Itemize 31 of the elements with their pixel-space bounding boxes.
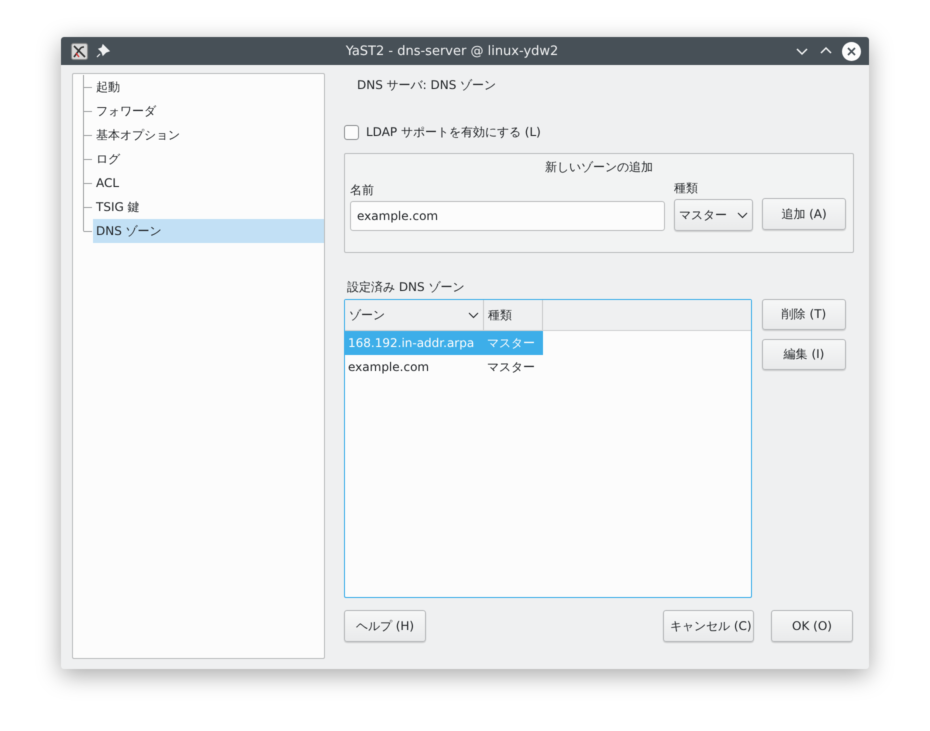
tree-item[interactable]: フォワーダ xyxy=(93,99,324,123)
tree-item[interactable]: ACL xyxy=(93,171,324,195)
pin-icon[interactable] xyxy=(96,44,110,58)
caret-icon xyxy=(737,212,748,218)
column-header[interactable]: ゾーン xyxy=(345,300,484,330)
dialog-button[interactable]: キャンセル (C) xyxy=(663,610,754,642)
dialog-button[interactable]: OK (O) xyxy=(771,610,853,642)
tree-item[interactable]: 起動 xyxy=(93,75,324,99)
tree-item[interactable]: DNS ゾーン xyxy=(93,219,324,243)
column-header[interactable]: 種類 xyxy=(484,300,543,330)
app-icon[interactable] xyxy=(71,42,88,60)
type-dropdown[interactable]: マスター xyxy=(674,199,753,231)
ldap-checkbox[interactable] xyxy=(344,124,359,140)
tree-item[interactable]: TSIG 鍵 xyxy=(93,195,324,219)
section-title: 設定済み DNS ゾーン xyxy=(346,279,466,296)
name-field[interactable]: example.com xyxy=(350,201,665,231)
sort-icon xyxy=(468,312,479,318)
close-icon[interactable] xyxy=(842,42,861,60)
page-heading: DNS サーバ: DNS ゾーン xyxy=(356,77,498,94)
window-title: YaST2 - dns-server @ linux-ydw2 xyxy=(344,44,560,58)
checkbox-label: LDAP サポートを有効にする (L) xyxy=(366,124,541,140)
zone-button[interactable]: 編集 (I) xyxy=(762,339,846,370)
tree-item[interactable]: 基本オプション xyxy=(93,123,324,147)
zone-button[interactable]: 削除 (T) xyxy=(762,299,846,330)
field-label: 名前 xyxy=(350,182,375,199)
field-label: 種類 xyxy=(674,180,699,197)
tree-item[interactable]: ログ xyxy=(93,147,324,171)
table-row[interactable]: example.com マスター xyxy=(345,355,751,379)
group-title: 新しいゾーンの追加 xyxy=(544,159,654,176)
dialog-button[interactable]: ヘルプ (H) xyxy=(344,610,426,642)
add-button[interactable]: 追加 (A) xyxy=(762,198,846,230)
